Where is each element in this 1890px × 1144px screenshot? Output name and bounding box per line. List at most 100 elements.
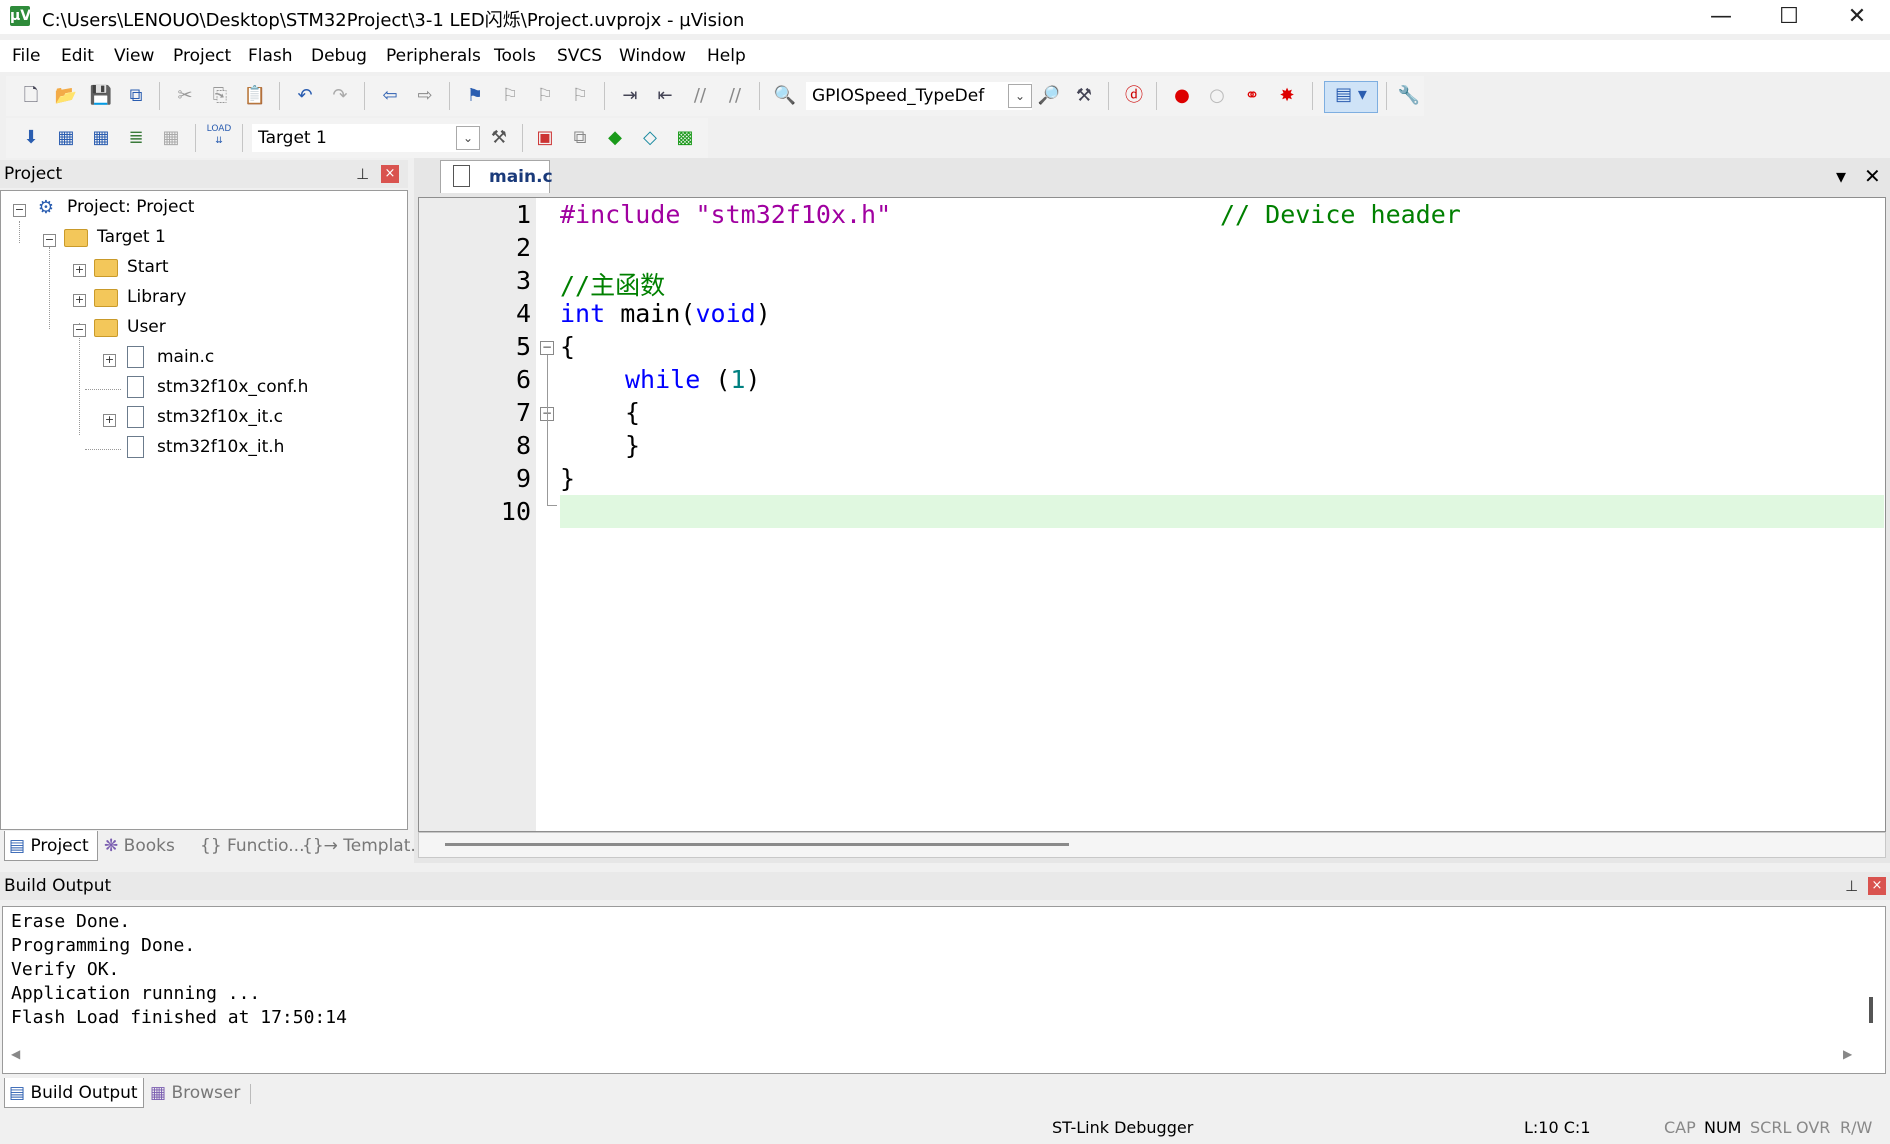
- menu-svcs[interactable]: SVCS: [557, 46, 602, 66]
- build-output-text[interactable]: Erase Done. Programming Done. Verify OK.…: [2, 906, 1886, 1074]
- manage-multi-project-icon[interactable]: ⧉: [567, 125, 593, 151]
- tree-file-main-c[interactable]: main.c: [157, 347, 214, 367]
- translate-icon[interactable]: ⬇: [18, 125, 44, 151]
- download-load-icon[interactable]: LOAD ⇊: [206, 123, 232, 149]
- redo-icon[interactable]: ↷: [327, 83, 353, 109]
- project-icon: ⚙: [37, 197, 55, 218]
- configure-icon[interactable]: 🔧: [1396, 83, 1422, 109]
- line-number: 10: [500, 497, 531, 526]
- disable-all-breakpoints-icon[interactable]: ⚭: [1239, 83, 1265, 109]
- expand-icon[interactable]: +: [103, 414, 116, 427]
- expand-icon[interactable]: +: [103, 354, 116, 367]
- vertical-scrollbar-thumb[interactable]: [1869, 997, 1873, 1023]
- tree-group-start[interactable]: Start: [127, 257, 169, 277]
- manage-project-items-icon[interactable]: ▣: [532, 125, 558, 151]
- tab-functions[interactable]: {} Functio...: [200, 831, 304, 861]
- indent-icon[interactable]: ⇥: [617, 83, 643, 109]
- debug-session-icon[interactable]: ⓓ: [1121, 83, 1147, 109]
- bookmark-toggle-icon[interactable]: ⚑: [462, 83, 488, 109]
- collapse-icon[interactable]: −: [73, 324, 86, 337]
- close-window-button[interactable]: ✕: [1822, 0, 1890, 34]
- save-icon[interactable]: 💾: [88, 83, 114, 109]
- menu-debug[interactable]: Debug: [311, 46, 367, 66]
- menu-tools[interactable]: Tools: [494, 46, 536, 66]
- menu-view[interactable]: View: [114, 46, 154, 66]
- menu-file[interactable]: File: [12, 46, 40, 66]
- enable-breakpoint-icon[interactable]: ○: [1204, 83, 1230, 109]
- fold-guide-end: [547, 505, 557, 506]
- select-software-packs-icon[interactable]: ◇: [637, 125, 663, 151]
- menu-help[interactable]: Help: [707, 46, 746, 66]
- menu-project[interactable]: Project: [173, 46, 231, 66]
- tree-group-library[interactable]: Library: [127, 287, 186, 307]
- insert-breakpoint-icon[interactable]: ●: [1169, 83, 1195, 109]
- editor-tab-main-c[interactable]: main.c: [440, 160, 553, 193]
- menu-peripherals[interactable]: Peripherals: [386, 46, 481, 66]
- find-combo[interactable]: GPIOSpeed_TypeDef ⌄: [806, 82, 1032, 110]
- maximize-button[interactable]: ☐: [1754, 0, 1824, 34]
- chevron-down-icon[interactable]: ⌄: [456, 126, 480, 150]
- close-panel-icon[interactable]: ×: [381, 165, 399, 183]
- fold-collapse-icon[interactable]: −: [540, 341, 554, 355]
- find-icon[interactable]: 🔎: [1036, 83, 1062, 109]
- menu-flash[interactable]: Flash: [248, 46, 293, 66]
- tab-books[interactable]: ❋ Books: [104, 831, 175, 861]
- minimize-button[interactable]: —: [1686, 0, 1756, 34]
- stop-build-icon[interactable]: ▦: [158, 125, 184, 151]
- find-in-files-icon[interactable]: 🔍: [772, 83, 798, 109]
- expand-icon[interactable]: +: [73, 294, 86, 307]
- bookmark-next-icon[interactable]: ⚐: [532, 83, 558, 109]
- bookmark-clear-icon[interactable]: ⚐: [567, 83, 593, 109]
- build-icon[interactable]: ▦: [53, 125, 79, 151]
- tree-project-root[interactable]: Project: Project: [67, 197, 194, 217]
- folder-icon: [94, 259, 118, 277]
- menu-edit[interactable]: Edit: [61, 46, 94, 66]
- tab-project[interactable]: ▤ Project: [4, 831, 98, 861]
- tab-list-dropdown-icon[interactable]: ▾: [1836, 164, 1846, 188]
- close-panel-icon[interactable]: ×: [1868, 877, 1886, 895]
- pin-icon[interactable]: ⊥: [1845, 872, 1858, 900]
- batch-build-icon[interactable]: ≣: [123, 125, 149, 151]
- kill-all-breakpoints-icon[interactable]: ✸: [1274, 83, 1300, 109]
- tab-browser[interactable]: ▦ Browser: [150, 1078, 240, 1108]
- menu-window[interactable]: Window: [619, 46, 686, 66]
- uncomment-selection-icon[interactable]: //: [722, 83, 748, 109]
- tree-file-it-h[interactable]: stm32f10x_it.h: [157, 437, 284, 457]
- undo-icon[interactable]: ↶: [292, 83, 318, 109]
- collapse-icon[interactable]: −: [13, 204, 26, 217]
- line-number: 8: [515, 431, 531, 460]
- navigate-forward-icon[interactable]: ⇨: [412, 83, 438, 109]
- chevron-down-icon[interactable]: ⌄: [1008, 84, 1032, 108]
- navigate-back-icon[interactable]: ⇦: [377, 83, 403, 109]
- scroll-left-icon[interactable]: ◀: [11, 1047, 20, 1061]
- collapse-icon[interactable]: −: [43, 234, 56, 247]
- scroll-right-icon[interactable]: ▶: [1843, 1047, 1852, 1061]
- window-layout-icon[interactable]: ▤ ▾: [1324, 81, 1378, 113]
- incremental-find-icon[interactable]: ⚒: [1071, 83, 1097, 109]
- expand-icon[interactable]: +: [73, 264, 86, 277]
- options-for-target-icon[interactable]: ⚒: [486, 125, 512, 151]
- scrollbar-thumb[interactable]: [445, 843, 1069, 846]
- close-tab-icon[interactable]: ✕: [1864, 164, 1881, 188]
- open-file-icon[interactable]: 📂: [53, 83, 79, 109]
- target-combo[interactable]: Target 1 ⌄: [252, 124, 480, 152]
- pin-icon[interactable]: ⊥: [356, 160, 369, 188]
- unindent-icon[interactable]: ⇤: [652, 83, 678, 109]
- tree-file-conf-h[interactable]: stm32f10x_conf.h: [157, 377, 308, 397]
- rebuild-icon[interactable]: ▦: [88, 125, 114, 151]
- cut-icon[interactable]: ✂: [172, 83, 198, 109]
- manage-run-time-environment-icon[interactable]: ◆: [602, 125, 628, 151]
- pack-installer-icon[interactable]: ▩: [672, 125, 698, 151]
- save-all-icon[interactable]: ⧉: [123, 83, 149, 109]
- new-file-icon[interactable]: 🗋: [18, 83, 44, 109]
- editor-horizontal-scrollbar[interactable]: [418, 832, 1886, 858]
- tree-file-it-c[interactable]: stm32f10x_it.c: [157, 407, 283, 427]
- comment-selection-icon[interactable]: //: [687, 83, 713, 109]
- paste-icon[interactable]: 📋: [242, 83, 268, 109]
- tree-target[interactable]: Target 1: [97, 227, 166, 247]
- tree-group-user[interactable]: User: [127, 317, 166, 337]
- bookmark-previous-icon[interactable]: ⚐: [497, 83, 523, 109]
- tab-templates[interactable]: {}→ Templat...: [302, 831, 427, 861]
- tab-build-output[interactable]: ▤ Build Output: [4, 1078, 144, 1108]
- copy-icon[interactable]: ⎘: [207, 83, 233, 109]
